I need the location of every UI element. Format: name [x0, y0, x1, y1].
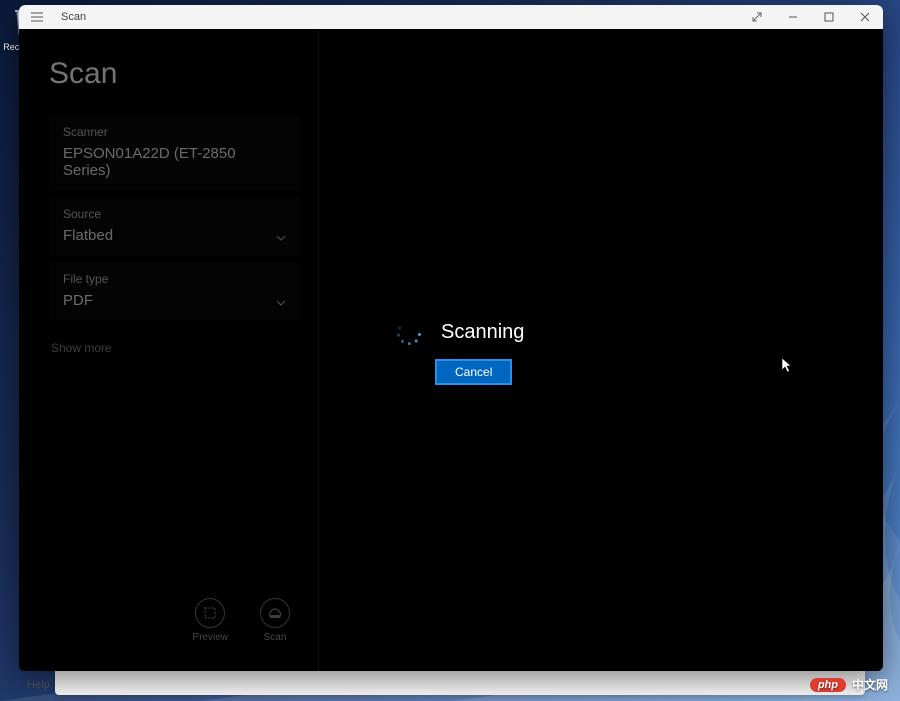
- preview-label: Preview: [192, 632, 228, 643]
- card-behind-window: [55, 671, 865, 695]
- help-label: Help: [27, 679, 50, 691]
- source-label: Source: [63, 207, 286, 221]
- expand-icon[interactable]: [739, 5, 775, 29]
- window-title: Scan: [55, 11, 86, 23]
- watermark: php 中文网: [810, 676, 888, 693]
- source-field[interactable]: Source Flatbed: [49, 197, 300, 256]
- watermark-text: 中文网: [852, 676, 888, 693]
- preview-icon: [195, 598, 225, 628]
- show-more-link[interactable]: Show more: [49, 327, 300, 369]
- bottom-buttons: Preview Scan: [49, 586, 300, 659]
- filetype-value: PDF: [63, 292, 286, 309]
- hamburger-menu-icon[interactable]: [19, 5, 55, 29]
- scanner-field[interactable]: Scanner EPSON01A22D (ET-2850 Series): [49, 115, 300, 191]
- scan-label: Scan: [264, 632, 287, 643]
- sidebar: Scan Scanner EPSON01A22D (ET-2850 Series…: [19, 29, 319, 671]
- scanner-label: Scanner: [63, 125, 286, 139]
- scanner-value: EPSON01A22D (ET-2850 Series): [63, 145, 286, 179]
- page-title: Scan: [49, 57, 300, 91]
- maximize-icon[interactable]: [811, 5, 847, 29]
- scan-button[interactable]: Scan: [260, 598, 290, 643]
- scan-app-window: Scan Scan Scanner EPSON01A22D (ET-2850 S…: [19, 5, 883, 671]
- preview-button[interactable]: Preview: [192, 598, 228, 643]
- status-text: Scanning: [441, 321, 524, 344]
- watermark-pill: php: [810, 678, 846, 692]
- desktop: Recycle Bin Help Scan Scan: [0, 0, 900, 701]
- status-row: Scanning: [399, 321, 524, 344]
- minimize-icon[interactable]: [775, 5, 811, 29]
- source-value: Flatbed: [63, 227, 286, 244]
- close-icon[interactable]: [847, 5, 883, 29]
- main-area: Scanning Cancel: [319, 29, 883, 671]
- chevron-down-icon: [276, 298, 286, 309]
- filetype-field[interactable]: File type PDF: [49, 262, 300, 321]
- app-body: Scan Scanner EPSON01A22D (ET-2850 Series…: [19, 29, 883, 671]
- filetype-label: File type: [63, 272, 286, 286]
- cancel-button[interactable]: Cancel: [435, 359, 512, 385]
- scan-icon: [260, 598, 290, 628]
- titlebar: Scan: [19, 5, 883, 29]
- progress-spinner-icon: [399, 323, 419, 343]
- chevron-down-icon: [276, 233, 286, 244]
